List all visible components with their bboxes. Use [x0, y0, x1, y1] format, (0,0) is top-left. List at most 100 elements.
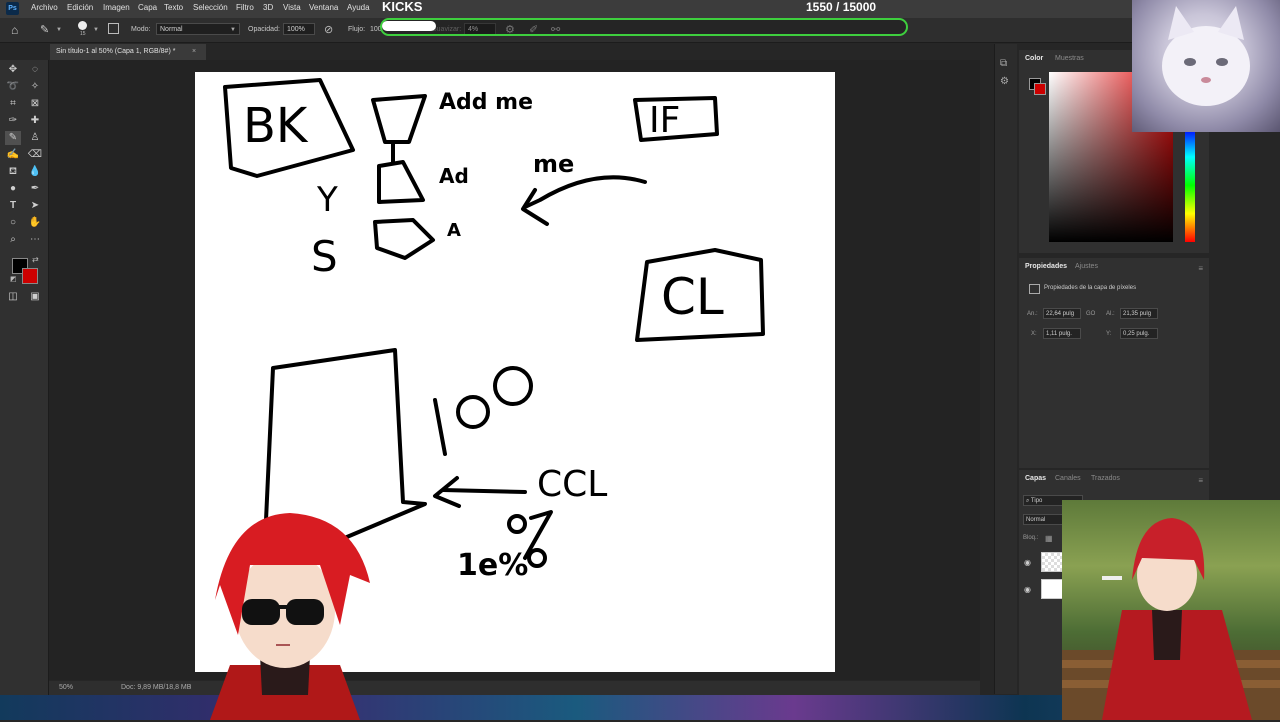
kicks-goal-count: 1550 / 15000	[806, 0, 877, 14]
zoom-tool-icon[interactable]: ⌕	[5, 233, 21, 247]
menu-capa[interactable]: Capa	[138, 3, 157, 12]
eyedropper-icon[interactable]: ✑	[5, 114, 21, 128]
menu-ayuda[interactable]: Ayuda	[347, 3, 370, 12]
visibility-eye-icon[interactable]: ◉	[1024, 558, 1031, 567]
swap-colors-icon[interactable]: ⇄	[32, 255, 39, 264]
lasso-tool-icon[interactable]: ➰	[5, 80, 21, 94]
visibility-eye-icon[interactable]: ◉	[1024, 585, 1031, 594]
eraser-tool-icon[interactable]: ⌫	[27, 148, 43, 162]
background-color-swatch[interactable]	[1034, 83, 1046, 95]
panel-menu-icon[interactable]: ≡	[1198, 476, 1203, 485]
chevron-down-icon: ▼	[230, 27, 236, 33]
panel-menu-icon[interactable]: ≡	[1198, 264, 1203, 273]
hundred-circle-2	[493, 366, 533, 406]
height-field[interactable]: 21,35 pulg	[1120, 308, 1158, 319]
zoom-level[interactable]: 50%	[59, 684, 73, 691]
width-field[interactable]: 22,64 pulg	[1043, 308, 1081, 319]
funnel-bottom-shape	[373, 218, 435, 260]
tab-color[interactable]: Color	[1025, 55, 1043, 62]
close-icon[interactable]: ×	[192, 44, 196, 60]
ellipse-tool-icon[interactable]: ○	[5, 216, 21, 230]
history-panel-icon[interactable]: ⧉	[1000, 58, 1007, 69]
menu-3d[interactable]: 3D	[263, 3, 273, 12]
mode-select[interactable]: Normal ▼	[156, 23, 240, 35]
webcam-cat-image	[1132, 0, 1280, 132]
pressure-opacity-icon[interactable]: ⊘	[324, 23, 333, 36]
tab-capas[interactable]: Capas	[1025, 475, 1046, 482]
menu-filtro[interactable]: Filtro	[236, 3, 254, 12]
history-brush-icon[interactable]: ✍	[5, 148, 21, 162]
tab-canales[interactable]: Canales	[1055, 475, 1081, 482]
hundred-stroke	[433, 398, 447, 456]
width-value: 22,64 pulg	[1046, 311, 1075, 317]
menu-vista[interactable]: Vista	[283, 3, 301, 12]
y-label: Y:	[1106, 331, 1112, 337]
tab-trazados[interactable]: Trazados	[1091, 475, 1120, 482]
bk-label: BK	[243, 98, 308, 154]
menu-imagen[interactable]: Imagen	[103, 3, 130, 12]
chevron-down-icon[interactable]: ▼	[93, 27, 99, 33]
background-color-swatch[interactable]	[22, 268, 38, 284]
paint-bucket-icon[interactable]: ⛾	[5, 165, 21, 179]
type-tool-icon[interactable]: T	[5, 199, 21, 213]
default-colors-icon[interactable]: ◩	[10, 275, 17, 283]
brush-preset-icon[interactable]	[78, 21, 87, 30]
link-dimensions-icon[interactable]: GO	[1086, 311, 1095, 317]
flow-label: Flujo:	[348, 26, 366, 33]
opacity-value: 100%	[287, 26, 305, 33]
screen-mode-icon[interactable]: ▣	[27, 290, 43, 304]
photoshop-logo-icon[interactable]: Ps	[6, 2, 19, 15]
pen-tool-icon[interactable]: ✒	[27, 182, 43, 196]
brush-panel-icon[interactable]	[108, 23, 119, 34]
more-tools-icon[interactable]: ⋯	[27, 233, 43, 247]
ccl-arrow-line	[441, 488, 527, 494]
y-field[interactable]: 0,25 pulg.	[1120, 328, 1158, 339]
brush-tool-icon[interactable]: ✎	[40, 23, 49, 36]
stamp-tool-icon[interactable]: ♙	[27, 131, 43, 145]
layer-thumbnail-background[interactable]	[1041, 579, 1063, 599]
quick-mask-icon[interactable]: ◫	[5, 290, 21, 304]
move-tool-icon[interactable]: ✥	[5, 63, 21, 77]
chevron-down-icon[interactable]: ▼	[56, 27, 62, 33]
actions-panel-icon[interactable]: ⚙	[1000, 76, 1009, 87]
home-icon[interactable]: ⌂	[11, 23, 18, 37]
opacity-field[interactable]: 100%	[283, 23, 315, 35]
layer-filter-value: Tipo	[1030, 498, 1043, 504]
ccl-label: CCL	[537, 464, 608, 505]
width-label: An.:	[1027, 311, 1038, 317]
blur-tool-icon[interactable]: 💧	[27, 165, 43, 179]
magic-wand-icon[interactable]: ✧	[27, 80, 43, 94]
tab-propiedades[interactable]: Propiedades	[1025, 263, 1067, 270]
document-tab-label: Sin título-1 al 50% (Capa 1, RGB/8#) *	[56, 48, 176, 55]
funnel-middle-shape	[377, 160, 425, 204]
tab-ajustes[interactable]: Ajustes	[1075, 263, 1098, 270]
healing-brush-icon[interactable]: ✚	[27, 114, 43, 128]
menu-seleccion[interactable]: Selección	[193, 3, 228, 12]
menu-texto[interactable]: Texto	[164, 3, 183, 12]
tab-muestras[interactable]: Muestras	[1055, 55, 1084, 62]
crop-tool-icon[interactable]: ⌗	[5, 97, 21, 111]
layer-thumbnail-capa1[interactable]	[1041, 552, 1063, 572]
lock-pixels-icon[interactable]: ▦	[1045, 534, 1053, 543]
menu-archivo[interactable]: Archivo	[31, 3, 58, 12]
doc-size: Doc: 9,89 MB/18,8 MB	[121, 684, 192, 691]
curved-arrow-head	[521, 188, 549, 226]
blend-mode-value: Normal	[1026, 517, 1046, 523]
x-field[interactable]: 1,11 pulg.	[1043, 328, 1081, 339]
hundred-circle-1	[456, 395, 490, 429]
menu-ventana[interactable]: Ventana	[309, 3, 338, 12]
height-label: Al.:	[1106, 311, 1115, 317]
brush-tool-icon[interactable]: ✎	[5, 131, 21, 145]
opacity-label: Opacidad:	[248, 26, 280, 33]
menu-edicion[interactable]: Edición	[67, 3, 93, 12]
percent-label: 1e%	[457, 548, 529, 583]
avatar-scene-illustration	[1062, 518, 1280, 720]
marquee-tool-icon[interactable]: ◌	[27, 63, 43, 77]
path-selection-icon[interactable]: ➤	[27, 199, 43, 213]
document-tab[interactable]: Sin título-1 al 50% (Capa 1, RGB/8#) * ×	[50, 44, 206, 60]
panel-icon-strip: ⧉ ⚙	[994, 44, 1017, 694]
hand-tool-icon[interactable]: ✋	[27, 216, 43, 230]
add-me-label: Add me	[439, 90, 534, 115]
frame-tool-icon[interactable]: ⊠	[27, 97, 43, 111]
dodge-tool-icon[interactable]: ●	[5, 182, 21, 196]
